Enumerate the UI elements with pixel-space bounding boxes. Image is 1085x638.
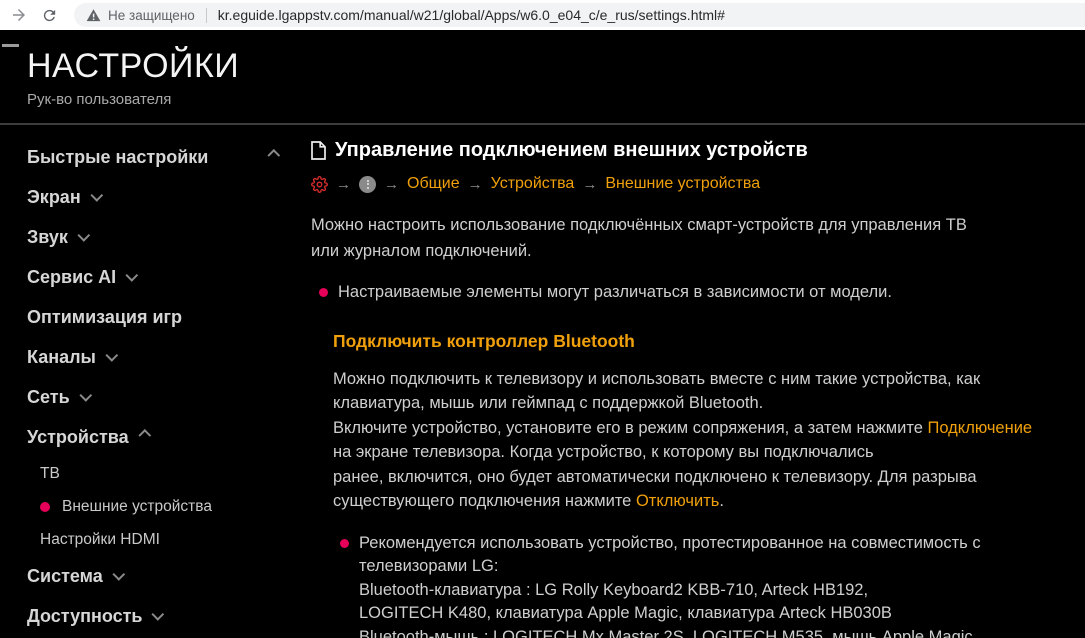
note-text: Настраиваемые элементы могут различаться… xyxy=(338,281,892,305)
disconnect-link[interactable]: Отключить xyxy=(636,492,719,510)
chevron-down-icon xyxy=(126,269,139,282)
address-bar[interactable]: Не защищено kr.eguide.lgappstv.com/manua… xyxy=(74,3,1085,27)
document-icon xyxy=(311,141,326,160)
chevron-up-icon xyxy=(267,149,280,162)
manual-page: НАСТРОЙКИ Рук-во пользователя Быстрые на… xyxy=(0,30,1085,638)
breadcrumb-item-devices: Устройства xyxy=(491,175,575,193)
compatibility-note-text: Рекомендуется использовать устройство, п… xyxy=(359,532,981,638)
chevron-up-icon xyxy=(138,429,151,442)
sidebar-item-devices[interactable]: Устройства xyxy=(27,417,305,457)
security-label: Не защищено xyxy=(108,8,195,23)
section-body: Можно подключить к телевизору и использо… xyxy=(333,367,1033,514)
sidebar-item-channels[interactable]: Каналы xyxy=(27,337,305,377)
sidebar-item-ai-service[interactable]: Сервис AI xyxy=(27,257,305,297)
connect-link[interactable]: Подключение xyxy=(927,419,1032,437)
breadcrumb: → → Общие → Устройства → Внешние устройс… xyxy=(311,175,1045,193)
sidebar-item-game-optimizer[interactable]: Оптимизация игр xyxy=(27,297,305,337)
sidebar-nav: Быстрые настройки Экран Звук Сервис AI О… xyxy=(0,125,305,636)
breadcrumb-arrow-icon: → xyxy=(582,176,597,193)
breadcrumb-item-external-devices: Внешние устройства xyxy=(605,175,760,193)
bullet-dot xyxy=(340,539,349,548)
sidebar-item-screen[interactable]: Экран xyxy=(27,177,305,217)
section-heading: Подключить контроллер Bluetooth xyxy=(333,331,1045,352)
article-title: Управление подключением внешних устройст… xyxy=(335,139,808,162)
chevron-down-icon xyxy=(105,349,118,362)
sidebar-subitem-hdmi-settings[interactable]: Настройки HDMI xyxy=(27,523,305,556)
sidebar-item-system[interactable]: Система xyxy=(27,556,305,596)
browser-toolbar: Не защищено kr.eguide.lgappstv.com/manua… xyxy=(0,0,1085,30)
page-title: НАСТРОЙКИ xyxy=(27,46,1085,86)
not-secure-warning-icon xyxy=(86,8,101,23)
bluetooth-section: Подключить контроллер Bluetooth Можно по… xyxy=(333,331,1045,638)
sidebar-item-accessibility[interactable]: Доступность xyxy=(27,596,305,636)
omnibox-separator xyxy=(206,8,207,23)
page-subtitle: Рук-во пользователя xyxy=(27,91,1085,108)
page-header: НАСТРОЙКИ Рук-во пользователя xyxy=(0,30,1085,125)
chevron-down-icon xyxy=(90,189,103,202)
note-item: Рекомендуется использовать устройство, п… xyxy=(333,532,1045,638)
article: Управление подключением внешних устройст… xyxy=(305,125,1085,636)
page-top-dash xyxy=(2,44,19,47)
active-item-dot xyxy=(40,502,50,512)
sidebar-item-quick-settings[interactable]: Быстрые настройки xyxy=(27,137,279,177)
breadcrumb-arrow-icon: → xyxy=(468,176,483,193)
chevron-down-icon xyxy=(152,608,165,621)
chevron-down-icon xyxy=(77,229,90,242)
reload-icon[interactable] xyxy=(39,5,59,25)
settings-gear-icon xyxy=(311,176,328,193)
sidebar-item-network[interactable]: Сеть xyxy=(27,377,305,417)
note-item: Настраиваемые элементы могут различаться… xyxy=(311,281,1045,305)
breadcrumb-arrow-icon: → xyxy=(384,176,399,193)
bullet-dot xyxy=(319,288,328,297)
sidebar-subitem-tv[interactable]: ТВ xyxy=(27,457,305,490)
intro-paragraph: Можно настроить использование подключённ… xyxy=(311,212,1011,264)
breadcrumb-item-general: Общие xyxy=(407,175,460,193)
chevron-down-icon xyxy=(79,389,92,402)
sidebar-subitem-external-devices[interactable]: Внешние устройства xyxy=(27,490,305,523)
forward-icon[interactable] xyxy=(9,5,29,25)
chevron-down-icon xyxy=(112,568,125,581)
sidebar-item-sound[interactable]: Звук xyxy=(27,217,305,257)
all-settings-icon xyxy=(359,176,376,193)
url-text[interactable]: kr.eguide.lgappstv.com/manual/w21/global… xyxy=(218,7,725,23)
breadcrumb-arrow-icon: → xyxy=(336,176,351,193)
